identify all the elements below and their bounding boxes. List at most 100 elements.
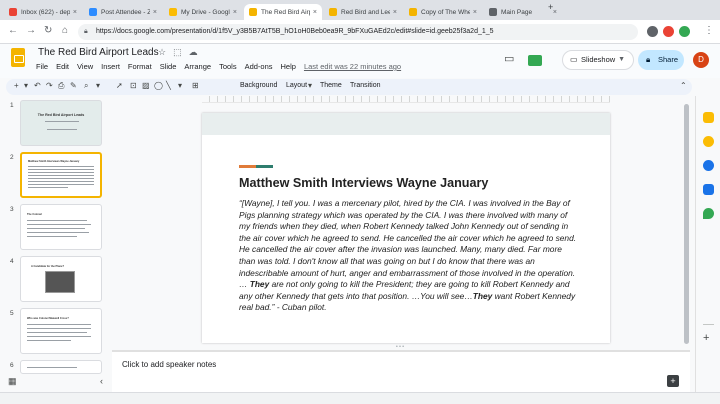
close-tab-icon[interactable]: ×	[470, 9, 477, 16]
transition-button[interactable]: Transition	[350, 82, 380, 89]
image-icon[interactable]: ▨	[142, 81, 150, 90]
slideshow-button[interactable]: ▭ Slideshow ▼	[562, 50, 634, 70]
slide-thumbnail-selected[interactable]: Matthew Smith Interviews Wayne January	[20, 152, 102, 198]
redo-icon[interactable]: ↷	[46, 81, 53, 90]
calendar-icon[interactable]	[703, 112, 714, 123]
new-slide-icon[interactable]: +	[14, 81, 19, 90]
print-icon[interactable]: ⎙	[58, 81, 64, 91]
slide-quote-text[interactable]: “[Wayne], I tell you. I was a mercenary …	[239, 198, 579, 314]
vertical-scrollbar[interactable]	[684, 104, 689, 344]
slide-number: 3	[10, 206, 14, 213]
chevron-down-icon[interactable]: ▾	[96, 81, 100, 90]
side-panel: +	[695, 96, 720, 392]
favicon-icon	[169, 8, 177, 16]
tab-label: My Drive - Google Dr	[181, 8, 230, 16]
background-button[interactable]: Background	[240, 82, 277, 89]
horizontal-ruler	[202, 96, 610, 103]
cloud-status-icon[interactable]: ☁	[189, 47, 198, 58]
line-icon[interactable]: ╲	[166, 81, 171, 90]
reload-icon[interactable]: ↻	[44, 25, 52, 36]
speaker-notes[interactable]: Click to add speaker notes	[112, 352, 690, 392]
slide-thumbnail[interactable]	[20, 360, 102, 374]
menu-insert[interactable]: Insert	[101, 62, 120, 71]
select-icon[interactable]: ➚	[116, 81, 123, 90]
share-label: Share	[658, 55, 679, 64]
extension-icon[interactable]	[679, 26, 690, 37]
chevron-down-icon[interactable]: ▾	[24, 81, 28, 90]
browser-tab[interactable]: Inbox (622) - depb15×	[4, 4, 82, 20]
last-edit-link[interactable]: Last edit was 22 minutes ago	[304, 62, 401, 71]
close-tab-icon[interactable]: ×	[310, 9, 317, 16]
slide-number: 1	[10, 102, 14, 109]
zoom-icon[interactable]: ⌕	[84, 81, 88, 91]
text-box-icon[interactable]: ⊡	[130, 81, 137, 90]
menu-arrange[interactable]: Arrange	[184, 62, 211, 71]
menu-tools[interactable]: Tools	[219, 62, 237, 71]
chevron-down-icon[interactable]: ▾	[308, 81, 312, 90]
browser-tab[interactable]: Copy of The Wheatc×	[404, 4, 482, 20]
layout-button[interactable]: Layout	[286, 82, 307, 89]
star-icon[interactable]: ☆	[158, 47, 166, 58]
quote-text: “[Wayne], I tell you. I was a mercenary …	[239, 198, 577, 290]
new-tab-button[interactable]: +	[548, 2, 553, 12]
maps-icon[interactable]	[703, 208, 714, 219]
move-folder-icon[interactable]: ⬚	[173, 47, 182, 58]
close-tab-icon[interactable]: ×	[150, 9, 157, 16]
document-title[interactable]: The Red Bird Airport Leads	[38, 47, 159, 58]
collapse-toolbar-icon[interactable]: ⌃	[680, 81, 687, 90]
chevron-down-icon[interactable]: ▾	[178, 81, 182, 90]
menu-format[interactable]: Format	[128, 62, 152, 71]
browser-tab[interactable]: Red Bird and Lee Osw×	[324, 4, 402, 20]
add-on-plus-icon[interactable]: +	[703, 332, 709, 344]
url-field[interactable]: 🔒︎ https://docs.google.com/presentation/…	[78, 24, 638, 40]
home-icon[interactable]: ⌂	[62, 25, 68, 36]
menu-file[interactable]: File	[36, 62, 48, 71]
keep-icon[interactable]	[703, 136, 714, 147]
chevron-down-icon[interactable]: ▼	[618, 51, 625, 69]
extension-icon[interactable]	[663, 26, 674, 37]
collapse-filmstrip-icon[interactable]: ‹	[100, 376, 103, 386]
horizontal-scrollbar[interactable]	[0, 392, 720, 404]
menu-edit[interactable]: Edit	[56, 62, 69, 71]
slide-number: 6	[10, 362, 14, 369]
tab-label: The Red Bird Airport L	[261, 8, 310, 16]
back-icon[interactable]: ←	[8, 25, 18, 36]
contacts-icon[interactable]	[703, 184, 714, 195]
thumbnail-title: The Red Bird Airport Leads	[37, 113, 85, 117]
undo-icon[interactable]: ↶	[34, 81, 41, 90]
tasks-icon[interactable]	[703, 160, 714, 171]
slide-thumbnail[interactable]: A Candidate for the Plane?	[20, 256, 102, 302]
menu-view[interactable]: View	[77, 62, 93, 71]
photo-placeholder	[45, 271, 75, 293]
menu-add-ons[interactable]: Add-ons	[245, 62, 273, 71]
present-icon: ▭	[570, 55, 578, 64]
theme-button[interactable]: Theme	[320, 82, 342, 89]
browser-tab[interactable]: My Drive - Google Dr×	[164, 4, 242, 20]
explore-icon[interactable]: +	[667, 375, 679, 387]
paint-format-icon[interactable]: ✎	[70, 81, 77, 90]
slide-title[interactable]: Matthew Smith Interviews Wayne January	[239, 176, 488, 190]
current-slide[interactable]: Matthew Smith Interviews Wayne January “…	[202, 113, 610, 343]
menu-slide[interactable]: Slide	[160, 62, 177, 71]
slide-thumbnail[interactable]: The Red Bird Airport Leads	[20, 100, 102, 146]
forward-icon[interactable]: →	[26, 25, 36, 36]
extension-icon[interactable]	[647, 26, 658, 37]
slide-thumbnail[interactable]: Who was Colonel Maxwell Cross?	[20, 308, 102, 354]
meet-icon[interactable]	[528, 55, 542, 66]
add-comment-icon[interactable]: ⊞	[192, 81, 199, 90]
close-tab-icon[interactable]: ×	[390, 9, 397, 16]
menu-help[interactable]: Help	[281, 62, 296, 71]
share-button[interactable]: 🔒︎ Share	[638, 50, 684, 70]
browser-tab[interactable]: Post Attendee - Zoom×	[84, 4, 162, 20]
close-tab-icon[interactable]: ×	[230, 9, 237, 16]
shape-icon[interactable]: ◯	[154, 81, 163, 90]
browser-tab[interactable]: The Red Bird Airport L×	[244, 4, 322, 20]
slides-logo-icon[interactable]	[11, 48, 25, 67]
tab-label: Main Page	[501, 8, 533, 16]
comment-history-icon[interactable]: ▭	[504, 52, 514, 65]
avatar[interactable]: D	[693, 52, 709, 68]
browser-menu-icon[interactable]: ⋮	[704, 25, 714, 36]
grid-view-icon[interactable]: ▦	[8, 376, 17, 387]
slide-thumbnail[interactable]: The Colonel	[20, 204, 102, 250]
close-tab-icon[interactable]: ×	[70, 9, 77, 16]
